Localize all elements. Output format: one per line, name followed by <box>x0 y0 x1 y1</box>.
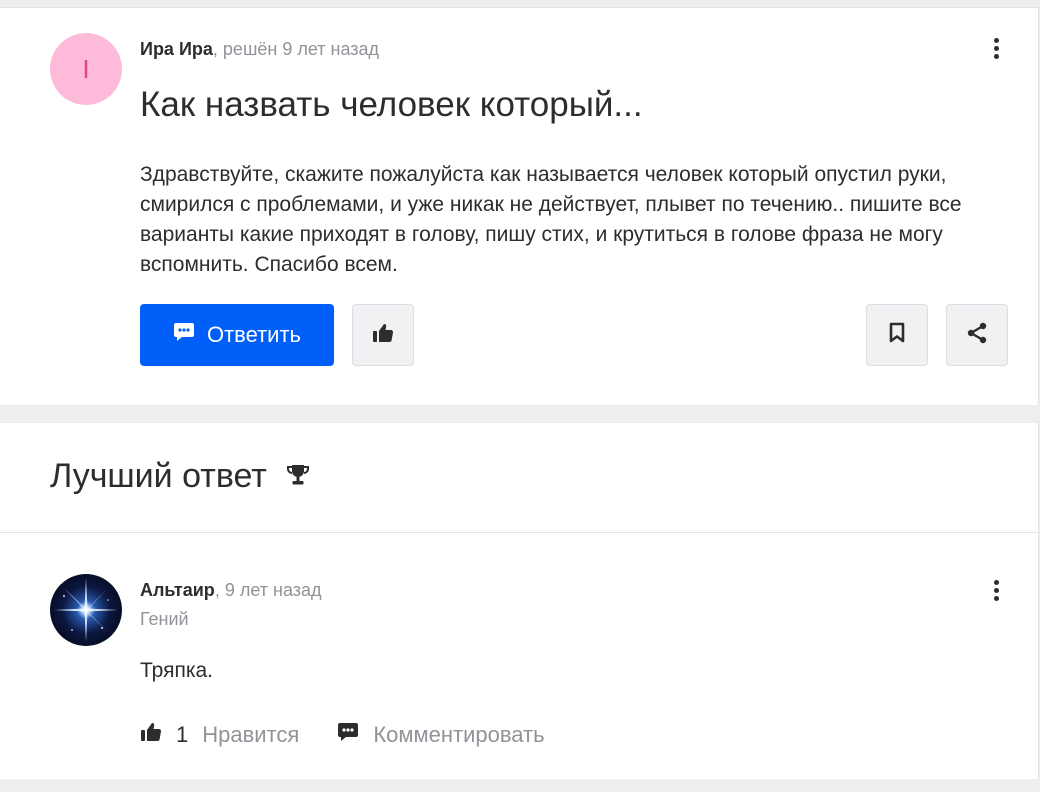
kebab-icon <box>993 37 999 59</box>
question-meta: Ира Ира, решён 9 лет назад <box>140 39 379 60</box>
bookmark-button[interactable] <box>866 304 928 366</box>
like-answer-button[interactable]: 1 Нравится <box>140 721 299 749</box>
avatar-letter: I <box>82 54 90 84</box>
answer-more-button[interactable] <box>984 576 1008 604</box>
comment-icon <box>337 721 359 749</box>
reply-button[interactable]: Ответить <box>140 304 334 366</box>
share-button[interactable] <box>946 304 1008 366</box>
best-answer-title: Лучший ответ <box>50 457 267 495</box>
comment-button[interactable]: Комментировать <box>337 721 545 749</box>
chat-bubble-icon <box>173 321 195 349</box>
question-author[interactable]: Ира Ира <box>140 39 213 59</box>
reply-label: Ответить <box>206 322 302 347</box>
best-answer-card: Лучший ответ Альтаир, 9 лет назад Гений … <box>0 423 1039 779</box>
answer-text: Тряпка. <box>140 659 213 682</box>
question-text: Здравствуйте, скажите пожалуйста как наз… <box>140 163 962 276</box>
answer-time: 9 лет назад <box>224 580 322 600</box>
best-answer-heading: Лучший ответ <box>50 457 311 496</box>
answer-author-avatar[interactable] <box>50 574 122 646</box>
meta-separator: , <box>212 39 218 59</box>
question-title: Как назвать человек который... <box>140 85 643 124</box>
question-card: I Ира Ира, решён 9 лет назад Как назвать… <box>0 7 1039 405</box>
answer-actions: 1 Нравится Комментировать <box>140 721 545 749</box>
kebab-icon <box>993 579 999 601</box>
question-status-time: решён 9 лет назад <box>222 39 380 59</box>
like-count: 1 <box>176 722 189 747</box>
bookmark-icon <box>888 322 906 349</box>
question-more-button[interactable] <box>984 34 1008 62</box>
comment-label: Комментировать <box>373 722 545 747</box>
author-avatar[interactable]: I <box>50 33 122 105</box>
like-question-button[interactable] <box>352 304 414 366</box>
meta-separator: , <box>214 580 220 600</box>
thumbs-up-icon <box>140 721 162 749</box>
thumbs-up-icon <box>372 322 394 349</box>
like-label: Нравится <box>202 722 300 747</box>
trophy-icon <box>285 457 311 496</box>
answer-meta: Альтаир, 9 лет назад <box>140 580 322 601</box>
share-icon <box>965 321 989 350</box>
section-divider <box>0 532 1038 533</box>
answer-author[interactable]: Альтаир <box>140 580 215 600</box>
author-rank: Гений <box>140 609 189 629</box>
